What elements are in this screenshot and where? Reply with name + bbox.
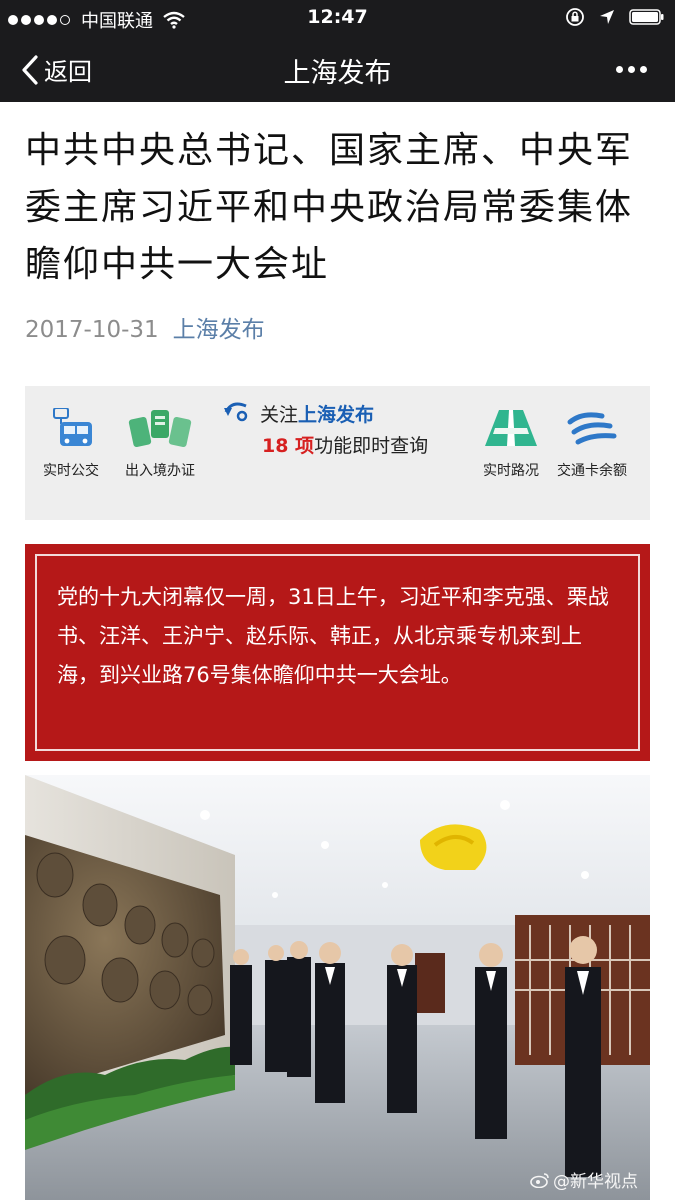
passport-icon: [128, 410, 192, 448]
banner-item-passport: 出入境办证: [125, 408, 195, 480]
article-title: 中共中央总书记、国家主席、中央军委主席习近平和中央政治局常委集体瞻仰中共一大会址: [25, 130, 634, 285]
rotation-lock-icon: [566, 8, 584, 26]
follow-account: 上海发布: [298, 404, 375, 426]
photo-watermark: @新华视点: [530, 1167, 638, 1192]
road-icon: [485, 410, 537, 446]
transit-card-icon: [567, 412, 617, 445]
promo-banner[interactable]: 实时公交 出入境办证 关注上海发布 18 项功能即时查询 实时路况 交通卡余额: [25, 386, 650, 520]
battery-icon: [629, 9, 664, 25]
nav-bar: 返回 上海发布: [0, 36, 675, 102]
banner-label-passport: 出入境办证: [125, 463, 195, 479]
banner-item-bus: 实时公交: [43, 407, 99, 480]
banner-label-card: 交通卡余额: [557, 463, 627, 479]
summary-text: 党的十九大闭幕仅一周，31日上午，习近平和李克强、栗战书、汪洋、王沪宁、赵乐际、…: [35, 554, 640, 751]
location-arrow-icon: [600, 10, 614, 24]
banner-label-road: 实时路况: [483, 463, 539, 479]
watermark-text: @新华视点: [553, 1172, 638, 1192]
more-dots-icon[interactable]: [611, 66, 647, 73]
weibo-icon: [530, 1172, 549, 1188]
bus-icon: [53, 407, 92, 446]
status-bar: 中国联通 12:47: [0, 0, 675, 36]
banner-item-card: 交通卡余额: [557, 408, 627, 480]
article-meta: 2017-10-31 上海发布: [25, 310, 265, 344]
nav-title: 上海发布: [283, 58, 392, 89]
follow-suffix: 功能即时查询: [314, 435, 429, 457]
photo-illustration: [25, 775, 650, 1200]
arrow-logo-icon: [224, 402, 248, 422]
banner-label-bus: 实时公交: [43, 463, 99, 479]
follow-prefix: 关注: [260, 404, 299, 426]
follow-promo: 关注上海发布 18 项功能即时查询: [224, 400, 429, 458]
article-date: 2017-10-31: [25, 317, 159, 343]
summary-box: 党的十九大闭幕仅一周，31日上午，习近平和李克强、栗战书、汪洋、王沪宁、赵乐际、…: [25, 544, 650, 761]
banner-item-road: 实时路况: [483, 408, 539, 480]
article-source-link[interactable]: 上海发布: [173, 317, 265, 343]
article-photo: @新华视点: [25, 775, 650, 1200]
follow-count: 18 项: [262, 435, 315, 457]
